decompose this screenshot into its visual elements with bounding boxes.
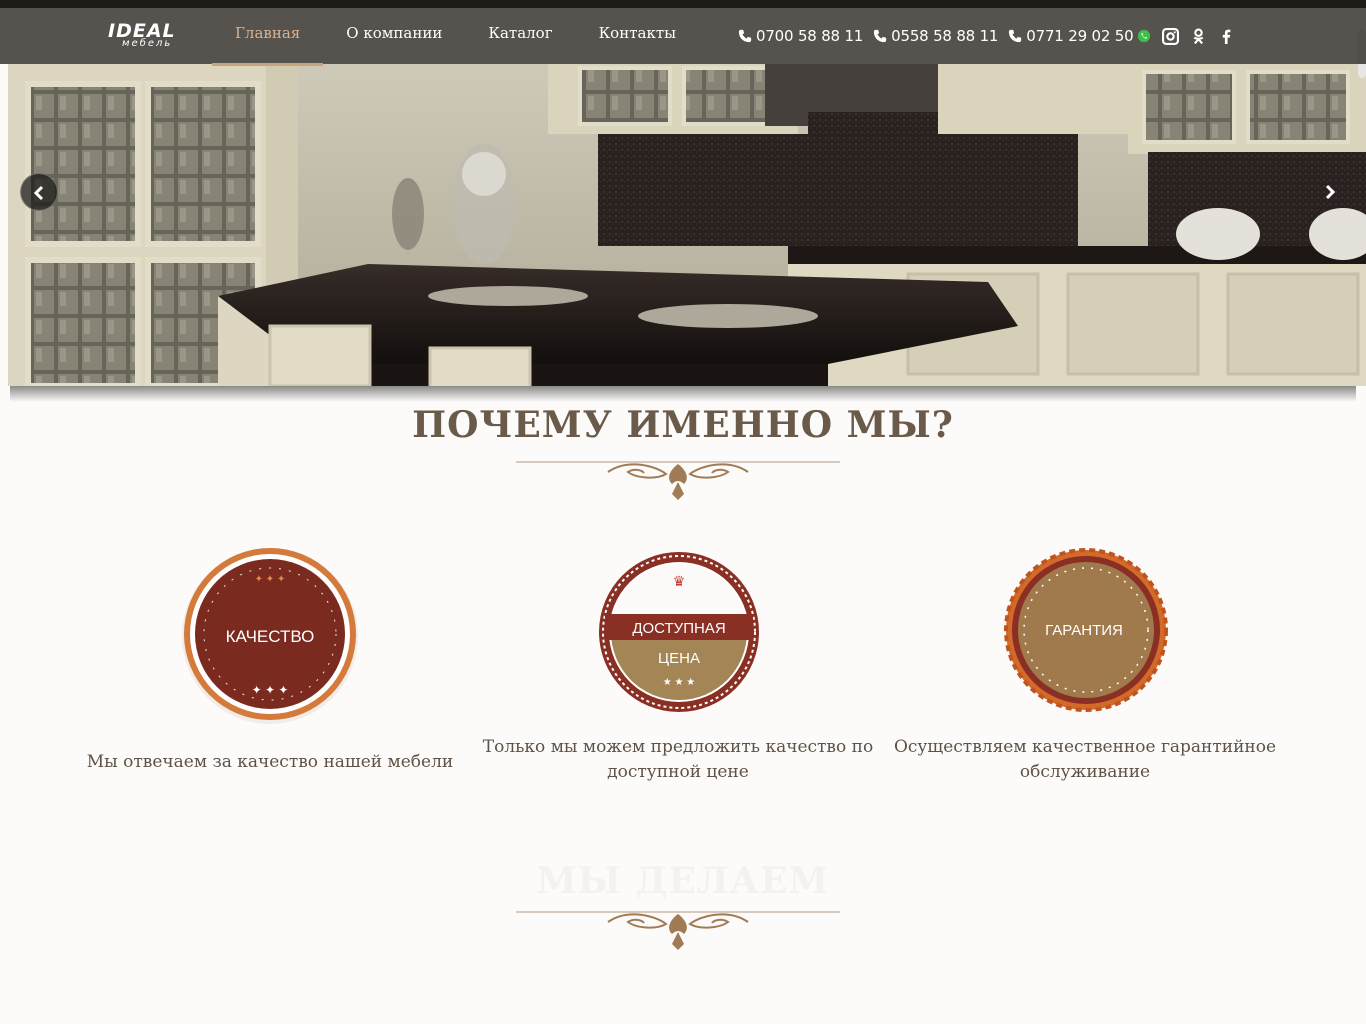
nav-item-catalog[interactable]: Каталог bbox=[465, 8, 575, 64]
nav-item-contacts[interactable]: Контакты bbox=[576, 8, 700, 64]
phone-icon bbox=[874, 29, 887, 43]
feature-quality-desc: Мы отвечаем за качество нашей мебели bbox=[86, 752, 454, 772]
logo-sub: мебель bbox=[122, 38, 173, 49]
price-badge-icon: ♛ ★ ★ ★ ДОСТУПНАЯ ЦЕНА bbox=[599, 552, 759, 712]
hero-slider[interactable] bbox=[8, 64, 1366, 386]
quality-badge-text: КАЧЕСТВО bbox=[226, 627, 315, 646]
nav-item-about[interactable]: О компании bbox=[323, 8, 465, 64]
guarantee-badge-text: ГАРАНТИЯ bbox=[1045, 622, 1123, 639]
phone-3-text: 0771 29 02 50 bbox=[1026, 27, 1134, 45]
phone-icon bbox=[738, 29, 752, 43]
contacts-bar: 0700 58 88 11 0558 58 88 11 0771 29 02 5… bbox=[738, 8, 1235, 64]
svg-text:✦ ✦ ✦: ✦ ✦ ✦ bbox=[255, 574, 286, 585]
phone-2-text: 0558 58 88 11 bbox=[891, 27, 999, 45]
chevron-left-icon bbox=[33, 185, 44, 201]
logo[interactable]: IDEAL мебель bbox=[108, 20, 184, 54]
phone-3[interactable]: 0771 29 02 50 bbox=[1008, 27, 1151, 45]
facebook-link[interactable] bbox=[1217, 27, 1235, 45]
odnoklassniki-link[interactable] bbox=[1189, 27, 1207, 45]
top-strip bbox=[0, 0, 1366, 8]
phone-1[interactable]: 0700 58 88 11 bbox=[738, 27, 863, 45]
phone-2[interactable]: 0558 58 88 11 bbox=[873, 27, 998, 45]
ornament-divider-icon bbox=[516, 911, 840, 950]
feature-quality: Мы отвечаем за качество нашей мебели bbox=[70, 750, 470, 775]
nav-item-home[interactable]: Главная bbox=[212, 8, 324, 66]
instagram-link[interactable] bbox=[1161, 27, 1179, 45]
odnoklassniki-icon bbox=[1193, 28, 1204, 44]
slider-prev-button[interactable] bbox=[20, 173, 58, 211]
price-badge-line2: ЦЕНА bbox=[658, 650, 700, 667]
phone-1-text: 0700 58 88 11 bbox=[756, 27, 864, 45]
ornament-divider-icon bbox=[516, 461, 840, 500]
next-section-title: МЫ ДЕЛАЕМ bbox=[536, 860, 830, 902]
feature-guarantee-desc: Осуществляем качественное гарантийное об… bbox=[893, 737, 1277, 782]
quality-badge-icon: ✦ ✦ ✦ ✦ ✦ ✦ КАЧЕСТВО bbox=[182, 548, 358, 724]
price-badge-line1: ДОСТУПНАЯ bbox=[632, 620, 725, 637]
instagram-icon bbox=[1161, 27, 1179, 45]
phone-icon bbox=[1009, 29, 1022, 43]
whatsapp-icon[interactable] bbox=[1137, 29, 1151, 43]
feature-guarantee: Осуществляем качественное гарантийное об… bbox=[885, 735, 1285, 785]
chevron-right-icon bbox=[1325, 184, 1336, 200]
kitchen-photo bbox=[8, 64, 1366, 386]
navbar: IDEAL мебель Главная О компании Каталог … bbox=[0, 8, 1366, 66]
svg-text:✦ ✦ ✦: ✦ ✦ ✦ bbox=[252, 683, 289, 697]
hero-shadow bbox=[10, 386, 1356, 402]
feature-price-desc: Только мы можем предложить качество по д… bbox=[482, 737, 874, 782]
section-title: ПОЧЕМУ ИМЕННО МЫ? bbox=[412, 404, 954, 446]
feature-price: Только мы можем предложить качество по д… bbox=[478, 735, 878, 785]
guarantee-badge-icon: ГАРАНТИЯ bbox=[1004, 548, 1168, 712]
svg-text:★ ★ ★: ★ ★ ★ bbox=[663, 677, 695, 688]
svg-text:♛: ♛ bbox=[673, 573, 686, 589]
slider-next-button[interactable] bbox=[1310, 173, 1348, 211]
facebook-icon bbox=[1222, 29, 1231, 44]
main-menu: Главная О компании Каталог Контакты bbox=[212, 8, 700, 66]
